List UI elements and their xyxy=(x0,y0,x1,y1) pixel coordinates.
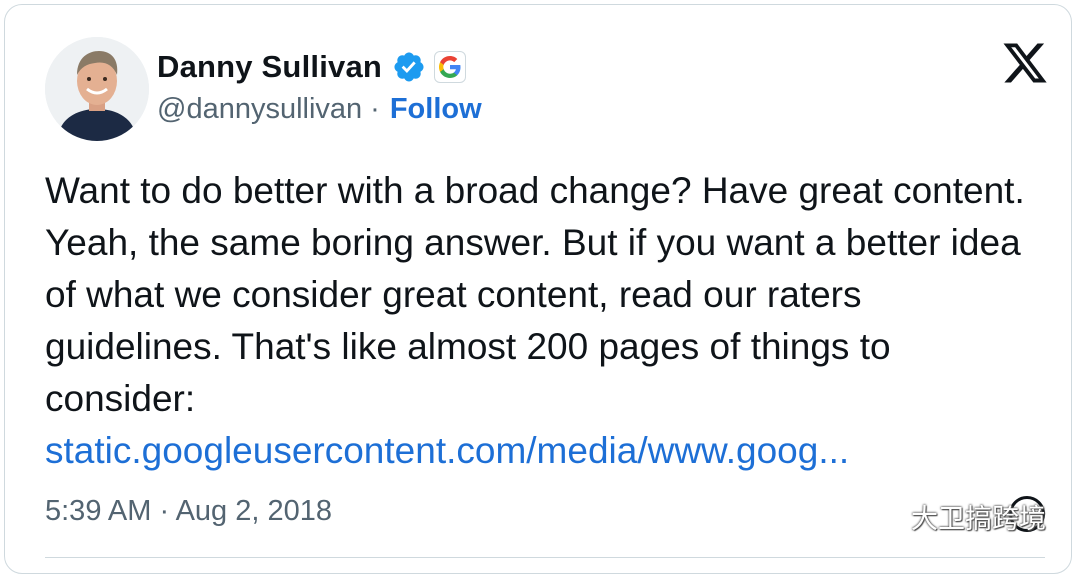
watermark-text: 大卫搞跨境 xyxy=(911,504,1046,534)
tweet-text: Want to do better with a broad change? H… xyxy=(45,170,1025,419)
handle-row: @dannysullivan · Follow xyxy=(157,93,482,126)
verified-check-icon xyxy=(394,52,424,82)
tweet-link[interactable]: static.googleusercontent.com/media/www.g… xyxy=(45,425,1045,477)
google-g-icon xyxy=(434,51,467,83)
watermark: 大卫搞跨境 xyxy=(867,497,1046,536)
wechat-icon xyxy=(867,502,905,530)
separator-dot: · xyxy=(370,93,380,125)
tweet-timestamp[interactable]: 5:39 AM · Aug 2, 2018 xyxy=(45,495,332,528)
follow-button[interactable]: Follow xyxy=(390,93,482,126)
x-logo-icon[interactable] xyxy=(1001,39,1049,87)
tweet-card: Danny Sullivan @dannysullivan · Follow W… xyxy=(4,4,1072,574)
avatar-image xyxy=(45,37,149,141)
author-name[interactable]: Danny Sullivan xyxy=(157,49,382,85)
author-row: Danny Sullivan xyxy=(157,45,467,89)
author-handle[interactable]: @dannysullivan xyxy=(157,93,362,126)
divider xyxy=(45,557,1045,558)
tweet-body: Want to do better with a broad change? H… xyxy=(45,165,1045,477)
avatar[interactable] xyxy=(45,37,149,141)
